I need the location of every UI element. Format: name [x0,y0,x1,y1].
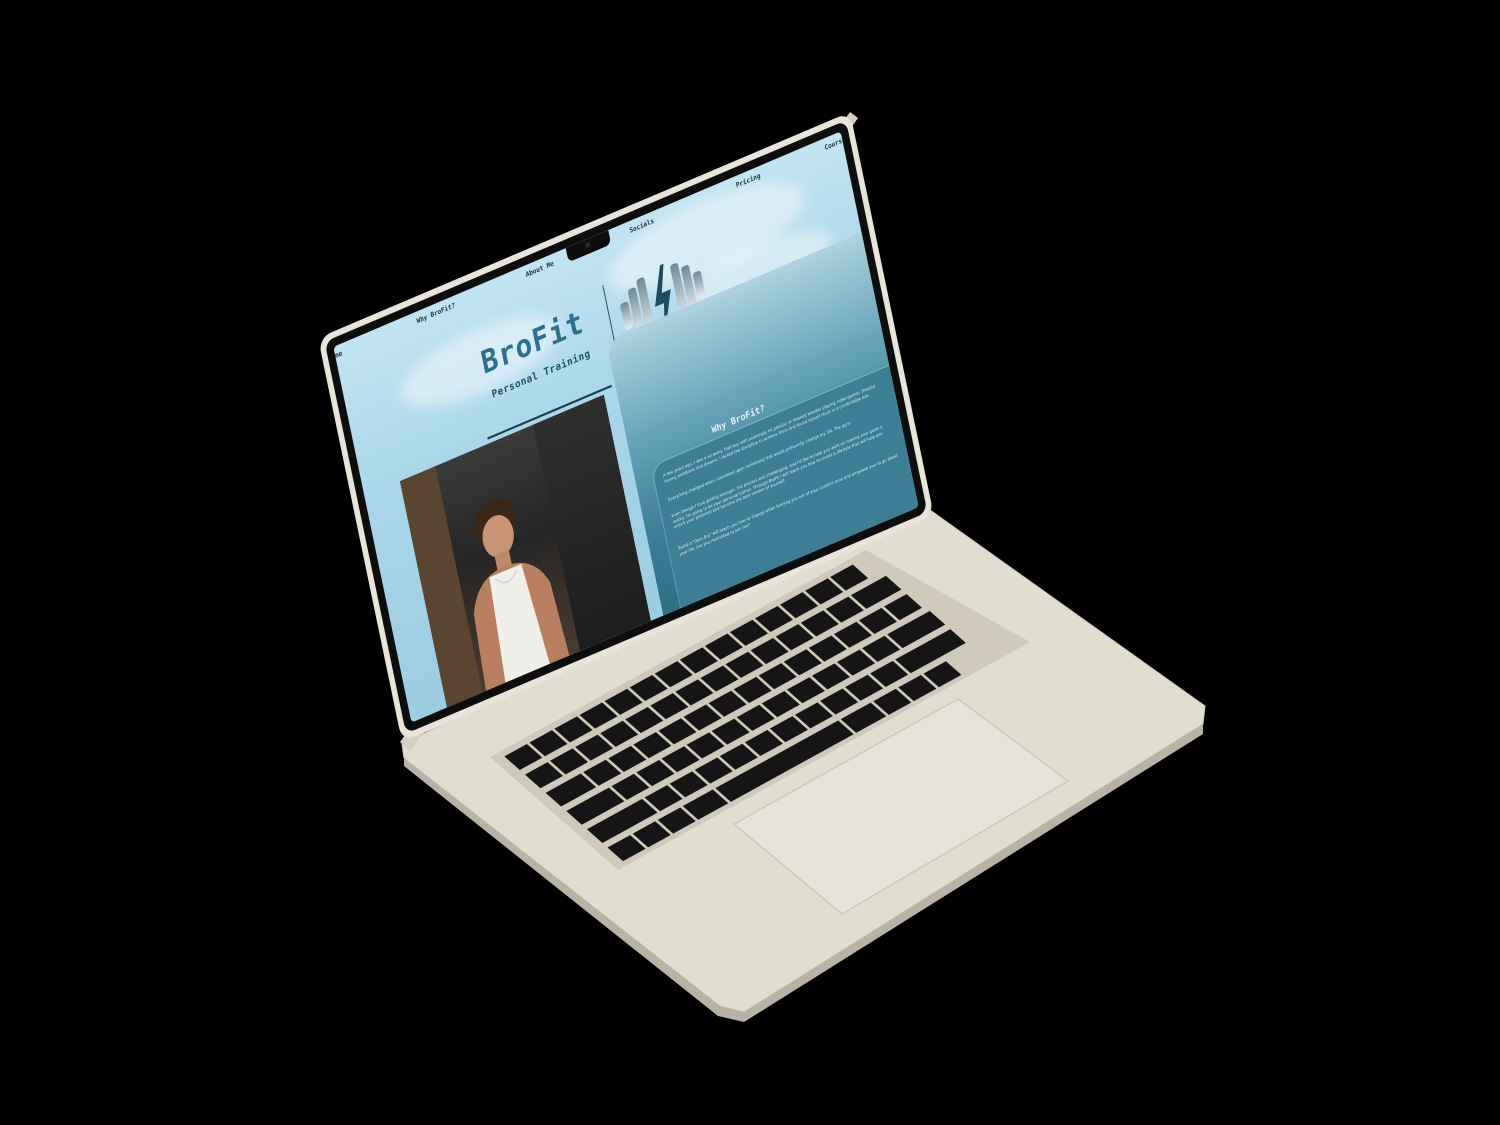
camera-icon [584,241,591,249]
nav-why-brofit[interactable]: Why BroFit? [416,301,456,325]
why-paragraph-2: Everything changed when I stumbled upon … [667,419,852,503]
nav-pricing[interactable]: Pricing [735,171,761,189]
nav-socials[interactable]: Socials [629,217,655,235]
nav-home[interactable]: me [334,349,343,360]
nav-course[interactable]: Course [824,135,847,152]
brand-title: BroFit [478,303,587,383]
nav-about-me[interactable]: About Me [525,259,554,279]
